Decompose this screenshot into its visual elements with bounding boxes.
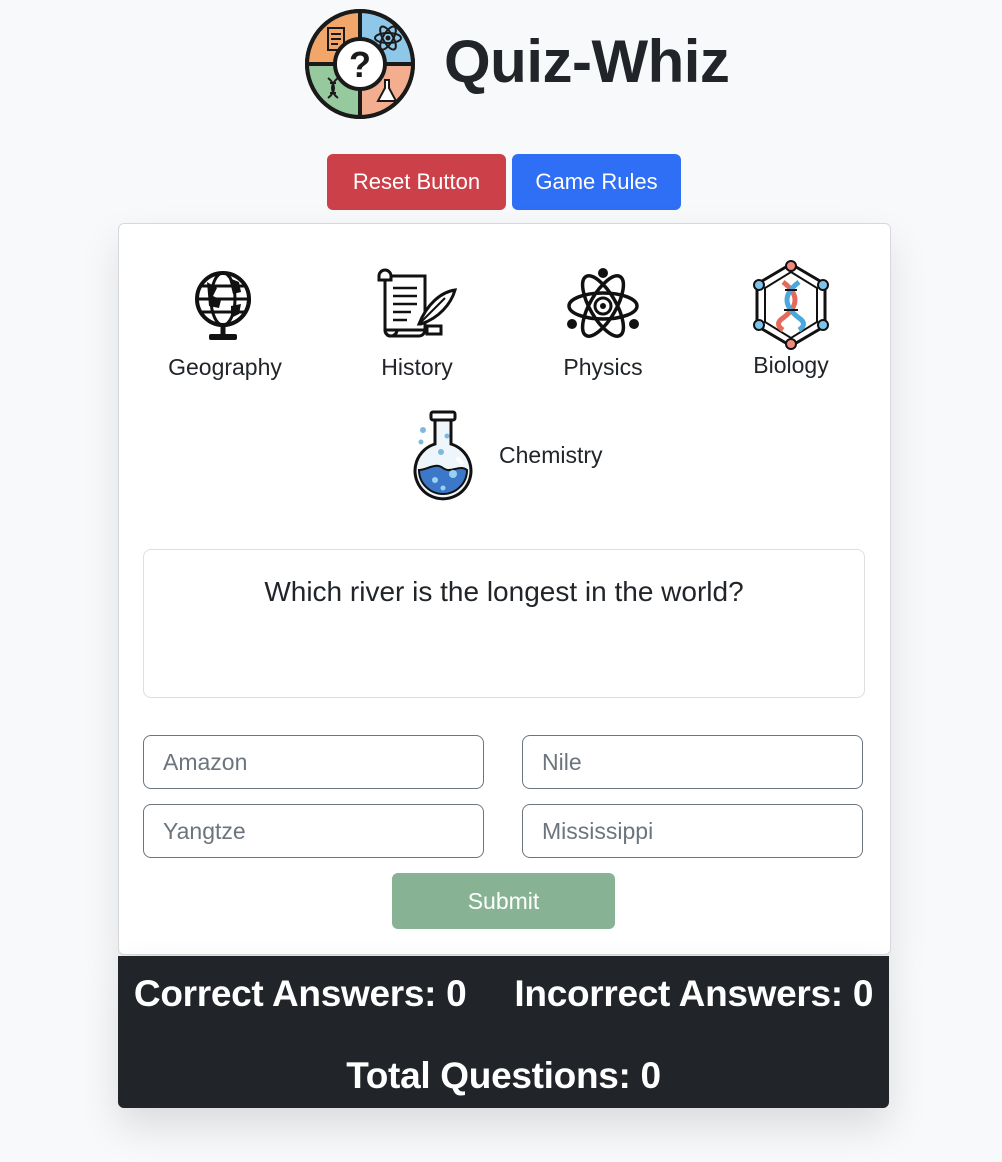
topic-label: Biology (753, 352, 829, 378)
topic-label: Chemistry (499, 441, 603, 468)
topic-chemistry[interactable]: Chemistry (413, 408, 603, 502)
topic-history[interactable]: History (359, 264, 475, 381)
incorrect-answers: Incorrect Answers: 0 (514, 973, 873, 1015)
topic-biology[interactable]: Biology (729, 260, 853, 379)
submit-button[interactable]: Submit (392, 873, 615, 929)
question-text: Which river is the longest in the world? (264, 576, 744, 607)
topic-geography[interactable]: Geography (163, 264, 287, 381)
app-header: ? Quiz-Whiz (0, 0, 1002, 130)
correct-answers: Correct Answers: 0 (134, 973, 467, 1015)
atom-icon (567, 268, 639, 338)
answer-input-1[interactable] (143, 735, 484, 789)
flask-icon (413, 410, 473, 501)
score-row-top: Correct Answers: 0 Incorrect Answers: 0 (118, 973, 889, 1015)
quiz-card: Geography History Physics Biology Chemis… (118, 223, 891, 955)
topic-label: Physics (563, 354, 643, 380)
dna-icon (753, 260, 829, 350)
quiz-logo-icon: ? (305, 9, 415, 119)
app-title: Quiz-Whiz (444, 28, 730, 95)
correct-count: 0 (446, 973, 467, 1014)
incorrect-count: 0 (852, 973, 874, 1014)
question-box: Which river is the longest in the world? (143, 549, 865, 698)
topic-label: History (381, 354, 453, 380)
reset-button[interactable]: Reset Button (327, 154, 506, 210)
answer-input-2[interactable] (522, 735, 863, 789)
answer-input-3[interactable] (143, 804, 484, 858)
incorrect-label: Incorrect Answers: (514, 973, 843, 1014)
topic-label: Geography (168, 354, 282, 380)
globe-icon (195, 271, 252, 340)
game-rules-button[interactable]: Game Rules (512, 154, 681, 210)
scoreboard: Correct Answers: 0 Incorrect Answers: 0 … (118, 956, 889, 1108)
correct-label: Correct Answers: (133, 973, 437, 1014)
topic-physics[interactable]: Physics (545, 264, 661, 381)
total-label: Total Questions: (346, 1055, 631, 1096)
svg-text:?: ? (349, 44, 371, 85)
answer-input-4[interactable] (522, 804, 863, 858)
total-questions: Total Questions: 0 (118, 1055, 889, 1097)
scroll-quill-icon (377, 268, 458, 338)
total-count: 0 (640, 1055, 662, 1096)
